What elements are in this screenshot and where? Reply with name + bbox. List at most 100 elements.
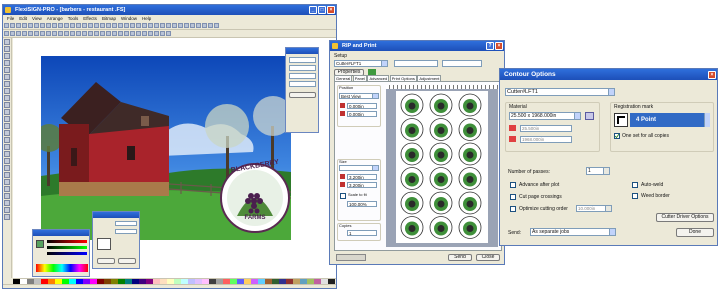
toolbar-button-icon[interactable] [45, 23, 51, 28]
cutter-driver-options-button[interactable]: Cutter Driver Options [656, 213, 714, 222]
material-dropdown[interactable]: 25.500 x 1968.000in [509, 112, 581, 120]
toolbar-button-icon[interactable] [87, 23, 93, 28]
tool-icon[interactable] [4, 144, 10, 150]
toolbar-button-icon[interactable] [165, 23, 171, 28]
toolbar-button-icon[interactable] [81, 31, 87, 36]
toolbar-button-icon[interactable] [15, 23, 21, 28]
fill-field-1[interactable] [115, 221, 137, 226]
slider-1[interactable] [47, 240, 87, 243]
rip-close-button[interactable]: × [495, 42, 503, 50]
toolbar-button-icon[interactable] [117, 23, 123, 28]
tool-icon[interactable] [4, 46, 10, 52]
close-button[interactable]: × [327, 6, 335, 14]
toolbar-button-icon[interactable] [45, 31, 51, 36]
menu-item-arrange[interactable]: Arrange [47, 16, 63, 21]
toolbar-button-icon[interactable] [123, 31, 129, 36]
toolbar-button-icon[interactable] [111, 31, 117, 36]
minimize-button[interactable]: _ [309, 6, 317, 14]
toolbar-button-icon[interactable] [153, 31, 159, 36]
tool-icon[interactable] [4, 200, 10, 206]
title-bar[interactable]: FlexiSIGN-PRO - [barbers - restaurant .F… [3, 5, 336, 15]
toolbar-button-icon[interactable] [111, 23, 117, 28]
tool-icon[interactable] [4, 151, 10, 157]
copies-field[interactable]: 1 [347, 230, 377, 236]
toolbar-button-icon[interactable] [123, 23, 129, 28]
toolbar-button-icon[interactable] [33, 31, 39, 36]
fill-field-2[interactable] [115, 229, 137, 234]
toolbar-button-icon[interactable] [3, 31, 9, 36]
toolbar-button-icon[interactable] [3, 23, 9, 28]
slider-2[interactable] [47, 246, 87, 249]
toolbar-button-icon[interactable] [189, 23, 195, 28]
tool-icon[interactable] [4, 130, 10, 136]
setup-dropdown[interactable]: Cutter#LFT1 [334, 60, 388, 67]
toolbar-button-icon[interactable] [135, 31, 141, 36]
size-dropdown[interactable] [339, 165, 379, 171]
rip-title-bar[interactable]: RIP and Print ? × [330, 41, 504, 51]
toolbar-button-icon[interactable] [39, 23, 45, 28]
tool-icon[interactable] [4, 95, 10, 101]
menu-item-view[interactable]: View [32, 16, 42, 21]
menu-item-tools[interactable]: Tools [68, 16, 79, 21]
tool-icon[interactable] [4, 137, 10, 143]
toolbar-button-icon[interactable] [141, 31, 147, 36]
toolbar-button-icon[interactable] [63, 23, 69, 28]
tool-icon[interactable] [4, 214, 10, 220]
menu-item-bitmap[interactable]: Bitmap [102, 16, 116, 21]
autoweld-checkbox[interactable] [632, 182, 638, 188]
tool-icon[interactable] [4, 158, 10, 164]
toolbar-button-icon[interactable] [57, 31, 63, 36]
cutter-dropdown[interactable]: Cutter#LFT1 [505, 88, 615, 96]
tool-icon[interactable] [4, 207, 10, 213]
fill-title[interactable] [93, 212, 139, 218]
material-length-field[interactable]: 1968.000in [520, 136, 572, 143]
toolbar-button-icon[interactable] [105, 31, 111, 36]
setup-field-2[interactable] [394, 60, 438, 67]
toolbar-button-icon[interactable] [195, 23, 201, 28]
tool-icon[interactable] [4, 81, 10, 87]
tool-icon[interactable] [4, 74, 10, 80]
toolbar-button-icon[interactable] [171, 23, 177, 28]
rip-help-button[interactable]: ? [486, 42, 494, 50]
tool-icon[interactable] [4, 39, 10, 45]
toolbar-button-icon[interactable] [147, 23, 153, 28]
toolbar-button-icon[interactable] [207, 23, 213, 28]
toolbar-button-icon[interactable] [51, 31, 57, 36]
rip-bottom-icons[interactable] [336, 254, 366, 261]
optimize-field[interactable]: 10.000in [576, 205, 612, 212]
toolbar-button-icon[interactable] [87, 31, 93, 36]
toolbar-button-icon[interactable] [153, 23, 159, 28]
menu-item-window[interactable]: Window [121, 16, 137, 21]
tool-icon[interactable] [4, 123, 10, 129]
toolbar-button-icon[interactable] [147, 31, 153, 36]
rip-send-button[interactable]: Send [448, 254, 472, 261]
toolbar-button-icon[interactable] [63, 31, 69, 36]
color-mixer-title[interactable] [33, 230, 89, 236]
palette-field-2[interactable] [289, 65, 316, 71]
toolbar-button-icon[interactable] [159, 23, 165, 28]
fill-ok-button[interactable] [97, 258, 115, 264]
tool-icon[interactable] [4, 179, 10, 185]
toolbar-button-icon[interactable] [33, 23, 39, 28]
scale-field[interactable]: 100.00% [347, 201, 377, 207]
toolbar-button-icon[interactable] [81, 23, 87, 28]
contour-close-button[interactable]: × [708, 70, 716, 79]
crossings-checkbox[interactable] [510, 194, 516, 200]
toolbar-button-icon[interactable] [69, 23, 75, 28]
x-field[interactable]: 0.000in [347, 103, 377, 109]
toolbar-button-icon[interactable] [183, 23, 189, 28]
toolbar-button-icon[interactable] [51, 23, 57, 28]
tool-icon[interactable] [4, 67, 10, 73]
scale-to-fit-checkbox[interactable] [340, 193, 346, 199]
palette-field-1[interactable] [289, 57, 316, 63]
toolbar-button-icon[interactable] [99, 31, 105, 36]
material-edit-icon[interactable] [585, 112, 594, 120]
toolbar-button-icon[interactable] [75, 23, 81, 28]
tool-icon[interactable] [4, 60, 10, 66]
toolbar-button-icon[interactable] [69, 31, 75, 36]
fill-apply-button[interactable] [118, 258, 136, 264]
toolbar-button-icon[interactable] [27, 31, 33, 36]
passes-field[interactable]: 1 [586, 167, 610, 175]
toolbar-button-icon[interactable] [129, 23, 135, 28]
tool-icon[interactable] [4, 88, 10, 94]
